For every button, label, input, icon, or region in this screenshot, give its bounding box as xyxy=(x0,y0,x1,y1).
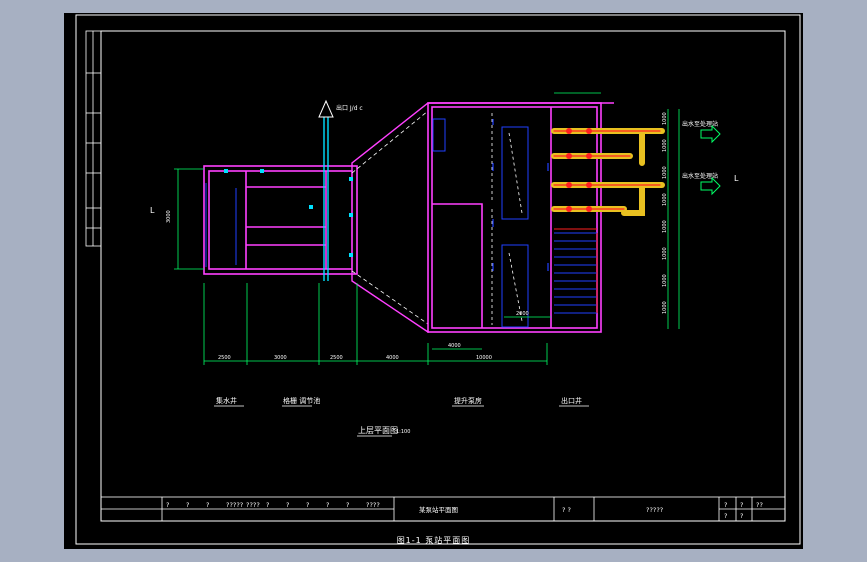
dim-right-label: 1000 xyxy=(662,220,668,233)
title-cell: ? xyxy=(186,501,189,509)
title-sheet-a: ? xyxy=(724,501,727,509)
title-project: ? ? xyxy=(562,506,571,514)
plan-scale: 1:100 xyxy=(396,429,410,435)
title-cell: ? xyxy=(306,501,309,509)
inner-frame xyxy=(100,30,786,522)
dim-right-label: 1000 xyxy=(662,193,668,206)
title-sheet-d: ? xyxy=(724,512,727,520)
fittings xyxy=(224,169,353,257)
pipe-valves xyxy=(566,128,592,212)
title-drawing-name: 某泵站平面图 xyxy=(419,505,458,514)
dim-right-label: 1000 xyxy=(662,112,668,125)
connector-dashed xyxy=(351,110,429,325)
pump-equipment xyxy=(205,118,529,328)
right-section-mark: L xyxy=(734,174,739,183)
title-cell: ???? xyxy=(246,501,260,509)
connector-walls xyxy=(351,102,614,333)
dim-right-label: 1000 xyxy=(662,274,668,287)
title-cell: ???? xyxy=(366,501,380,509)
inlet-arrow xyxy=(318,99,334,118)
section-name-3: 提升泵房 xyxy=(454,396,482,405)
plan-title: 上层平面图 xyxy=(358,426,398,435)
inlet-label: 出口 J/d c xyxy=(336,104,363,112)
section-name-1: 集水井 xyxy=(216,396,237,405)
section-name-4: 出口井 xyxy=(561,396,582,405)
title-cell: ? xyxy=(166,501,169,509)
dim-inner-b: 2000 xyxy=(516,311,529,317)
drawing-sheet: ????????????????????? 某泵站平面图 ? ? ????? ?… xyxy=(64,13,803,549)
dim-inner-a: 4000 xyxy=(448,343,461,349)
title-cell: ? xyxy=(206,501,209,509)
left-section-mark: L xyxy=(150,206,155,215)
title-cell: ????? xyxy=(226,501,243,509)
dim-right-label: 1000 xyxy=(662,139,668,152)
dim-bottom-label: 10000 xyxy=(476,355,492,361)
title-sheet-b: ? xyxy=(740,501,743,509)
dim-right-label: 1000 xyxy=(662,166,668,179)
left-chamber-walls xyxy=(203,165,358,275)
title-sheet-c: ?? xyxy=(756,501,763,509)
dim-bottom-label: 3000 xyxy=(274,355,287,361)
title-cell: ? xyxy=(286,501,289,509)
dim-right-label: 1000 xyxy=(662,247,668,260)
title-cell: ? xyxy=(266,501,269,509)
bottom-caption: 图1-1 泵站平面图 xyxy=(396,536,471,545)
title-number: ????? xyxy=(646,506,663,514)
dim-left: 3000 xyxy=(166,210,172,223)
stair-treads xyxy=(554,232,597,314)
stair-risers xyxy=(554,228,598,313)
outer-frame xyxy=(75,14,801,545)
title-cell: ? xyxy=(326,501,329,509)
discharge-pipes xyxy=(551,128,665,216)
side-strip xyxy=(85,30,102,247)
dim-bottom-label: 4000 xyxy=(386,355,399,361)
section-name-2: 格栅 调节池 xyxy=(283,396,320,405)
outlet-label-2: 出水至处理站 xyxy=(682,172,718,180)
dim-bottom-label: 2500 xyxy=(218,355,231,361)
title-sheet-e: ? xyxy=(740,512,743,520)
title-cell: ? xyxy=(346,501,349,509)
outlet-label-1: 出水至处理站 xyxy=(682,120,718,128)
pump-blue-ticks xyxy=(492,119,549,271)
outlet-arrows xyxy=(700,124,721,196)
dim-right-label: 1000 xyxy=(662,301,668,314)
cad-drawing: ????????????????????? 某泵站平面图 ? ? ????? ?… xyxy=(75,14,801,545)
pump-house-walls xyxy=(427,102,602,333)
dim-bottom-label: 2500 xyxy=(330,355,343,361)
